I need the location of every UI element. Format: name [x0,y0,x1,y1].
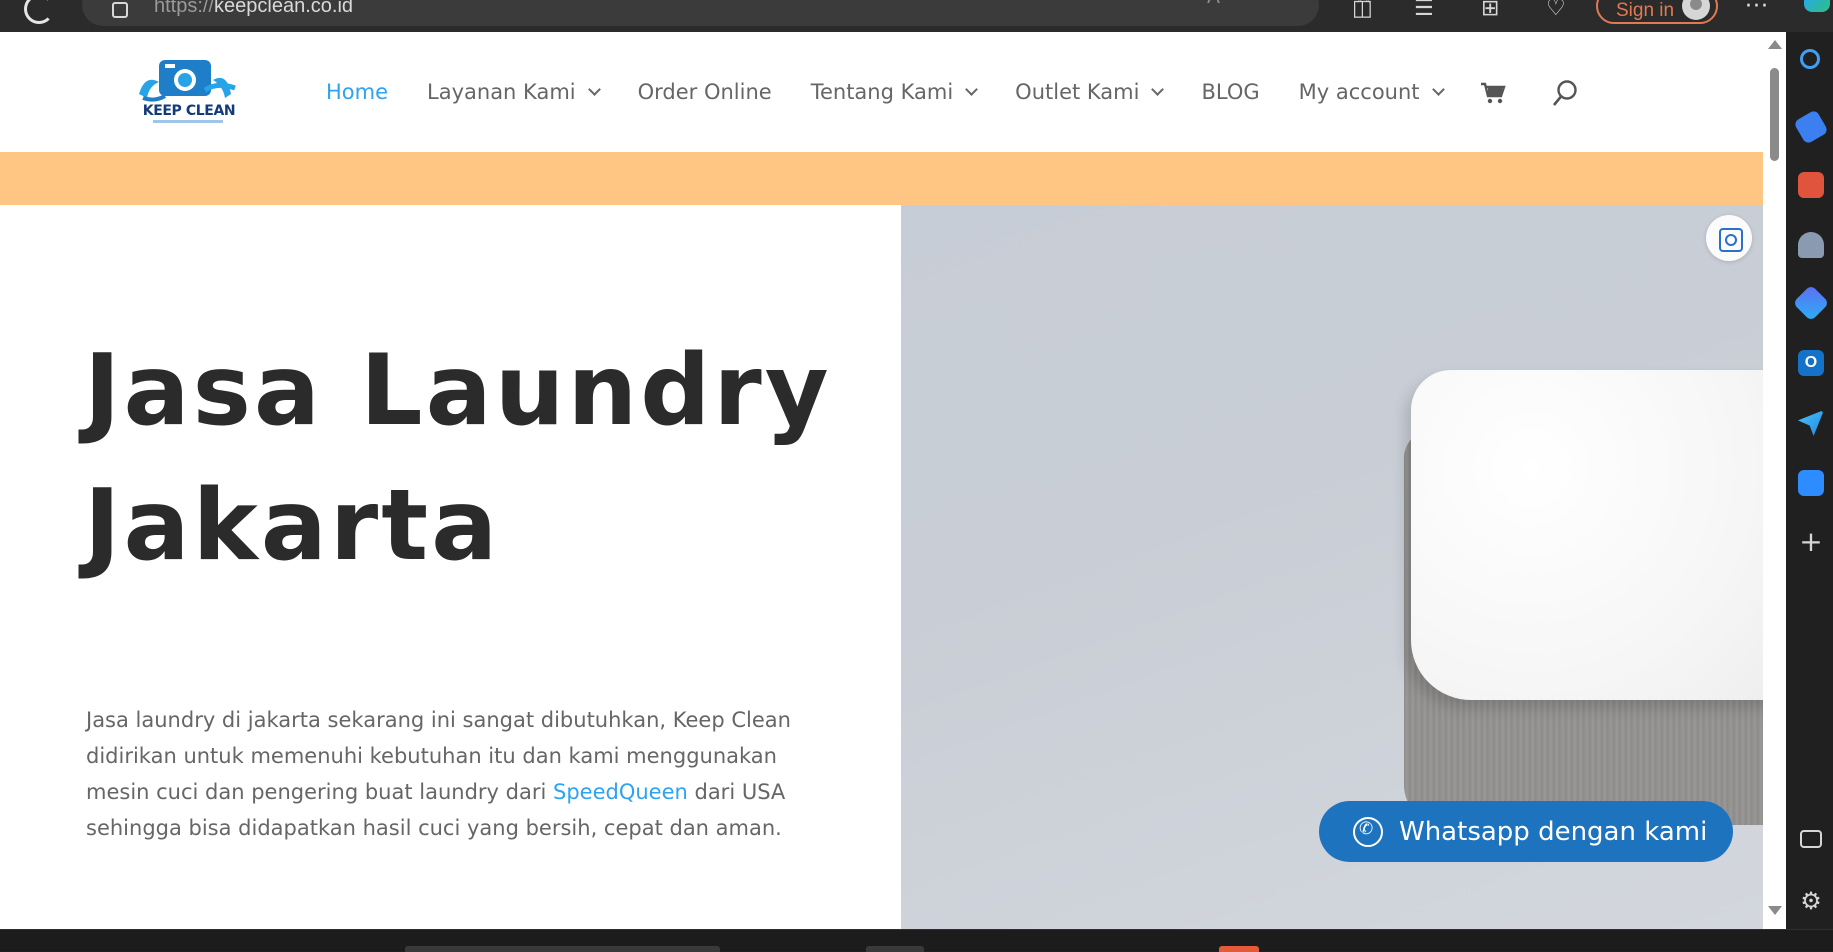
outlook-icon[interactable]: O [1798,350,1824,376]
collections-icon[interactable]: ⊞ [1481,0,1499,21]
main-nav: Home Layanan Kami Order Online Tentang K… [326,32,1482,152]
taskbar-item[interactable] [866,946,924,952]
chevron-down-icon [587,82,601,96]
nav-item-blog[interactable]: BLOG [1201,80,1259,104]
nav-item-outlet-kami[interactable]: Outlet Kami [1015,80,1165,104]
sign-in-label: Sign in [1616,0,1675,21]
scroll-thumb[interactable] [1770,68,1779,161]
site-header: KEEP CLEAN Home Layanan Kami Order Onlin… [0,32,1763,152]
chevron-down-icon [965,82,979,96]
scroll-up-arrow-icon[interactable] [1768,40,1782,49]
copilot-icon[interactable] [1804,0,1830,12]
scroll-down-arrow-icon[interactable] [1768,906,1782,915]
url-text[interactable]: https://keepclean.co.id [154,0,353,18]
reload-icon[interactable] [24,0,54,24]
add-app-icon[interactable]: + [1798,528,1824,556]
hero-title: Jasa Laundry Jakarta [84,324,844,594]
nav-label: Home [326,80,389,104]
shopping-tag-icon[interactable] [1793,109,1829,145]
white-towel-image [1411,370,1763,700]
nav-item-order-online[interactable]: Order Online [638,80,772,104]
logo-text: KEEP CLEAN [142,103,236,119]
taskbar-item[interactable] [1219,946,1259,952]
taskbar [0,929,1833,952]
browser-toolbar: https://keepclean.co.id A° ☆ ◫ ☰ ⊞ ♡ Sig… [0,0,1833,32]
whatsapp-label: Whatsapp dengan kami [1399,816,1708,847]
taskbar-item[interactable] [405,946,720,952]
whatsapp-button[interactable]: Whatsapp dengan kami [1319,801,1733,862]
more-options-icon[interactable]: ··· [1745,0,1769,19]
copilot-sidebar-icon[interactable] [1792,284,1830,322]
logo-subtitle-line [153,120,223,123]
nav-item-layanan-kami[interactable]: Layanan Kami [427,80,601,104]
hide-sidebar-icon[interactable] [1800,830,1822,848]
chevron-down-icon [1151,82,1165,96]
speedqueen-link[interactable]: SpeedQueen [553,780,688,804]
page-viewport: KEEP CLEAN Home Layanan Kami Order Onlin… [0,32,1786,929]
nav-label: Order Online [637,80,772,104]
keep-clean-logo[interactable]: KEEP CLEAN [135,54,240,130]
games-icon[interactable] [1798,232,1824,258]
sign-in-button[interactable]: Sign in [1596,0,1718,24]
browser-sidebar: O + ⚙ [1786,32,1833,929]
sidebar-search-icon[interactable] [1800,49,1820,69]
nav-item-tentang-kami[interactable]: Tentang Kami [810,80,979,104]
url-prefix: https:// [154,0,215,17]
site-info-icon[interactable] [112,2,128,18]
hero-text-section: Jasa Laundry Jakarta Jasa laundry di jak… [0,205,901,929]
url-host: keepclean.co.id [214,0,354,17]
performance-icon[interactable]: ♡ [1546,0,1566,21]
cart-icon[interactable] [1480,82,1506,104]
favorites-list-icon[interactable]: ☰ [1414,0,1434,21]
washing-machine-logo-icon [139,60,236,102]
announcement-band [0,152,1763,205]
page-scrollbar[interactable] [1763,32,1786,929]
tools-briefcase-icon[interactable] [1798,172,1824,198]
nav-label: My account [1298,80,1420,104]
zoom-icon[interactable] [1798,470,1824,496]
settings-gear-icon[interactable]: ⚙ [1798,888,1824,914]
address-bar[interactable]: https://keepclean.co.id A° ☆ [82,0,1375,26]
whatsapp-icon [1353,816,1383,847]
visual-search-icon[interactable] [1706,215,1752,261]
nav-item-home[interactable]: Home [326,80,388,104]
split-screen-icon[interactable]: ◫ [1352,0,1373,21]
hero-title-line2: Jakarta [84,469,501,583]
nav-label: BLOG [1201,80,1260,104]
nav-label: Tentang Kami [810,80,954,104]
read-aloud-icon[interactable]: A° [1207,0,1230,8]
nav-label: Layanan Kami [427,80,576,104]
profile-avatar-icon [1682,0,1710,20]
hero-title-line1: Jasa Laundry [84,334,832,448]
hero-description: Jasa laundry di jakarta sekarang ini san… [86,702,821,846]
nav-label: Outlet Kami [1015,80,1140,104]
search-icon[interactable] [1552,80,1578,108]
chevron-down-icon [1431,82,1445,96]
send-icon[interactable] [1798,410,1824,436]
nav-item-my-account[interactable]: My account [1298,80,1445,104]
